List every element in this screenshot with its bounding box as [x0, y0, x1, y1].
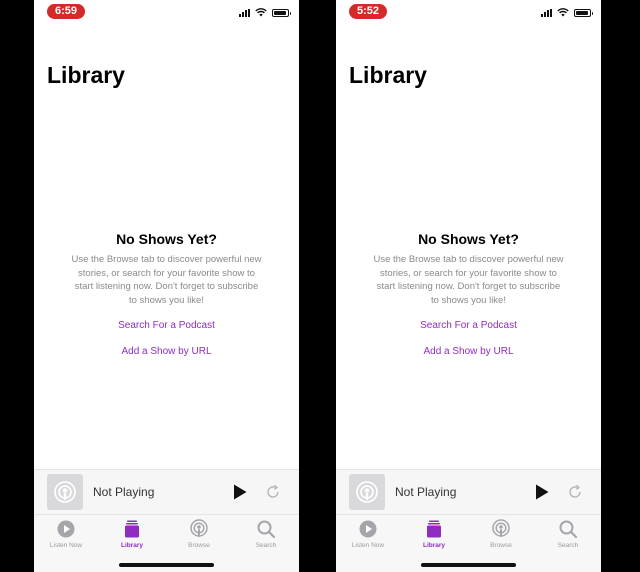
empty-state-line: to shows you like!	[129, 294, 204, 306]
empty-state: No Shows Yet? Use the Browse tab to disc…	[336, 231, 601, 307]
battery-icon	[574, 8, 593, 17]
empty-state-title: No Shows Yet?	[418, 231, 519, 247]
podcast-icon	[190, 519, 208, 537]
status-icons	[239, 8, 291, 17]
tab-label: Listen Now	[351, 542, 385, 549]
library-icon	[125, 520, 139, 538]
cellular-signal-icon	[239, 8, 250, 17]
tab-label: Search	[255, 542, 277, 549]
wifi-icon	[557, 8, 569, 17]
empty-state-line: to shows you like!	[431, 294, 506, 306]
play-icon[interactable]	[535, 484, 549, 500]
home-indicator[interactable]	[421, 563, 516, 567]
status-time: 6:59	[47, 4, 86, 19]
empty-state-line: stories, or search for your favorite sho…	[78, 267, 255, 279]
add-show-by-url-link[interactable]: Add a Show by URL	[336, 346, 601, 357]
now-playing-label: Not Playing	[395, 485, 457, 499]
empty-state-line: stories, or search for your favorite sho…	[380, 267, 557, 279]
now-playing-artwork	[47, 474, 83, 510]
empty-state-title: No Shows Yet?	[116, 231, 217, 247]
empty-state-message: Use the Browse tab to discover powerful …	[60, 253, 274, 307]
phone-screen-left: 6:59 Library No Shows Yet? Use the Brows…	[34, 0, 299, 572]
search-icon	[257, 520, 276, 539]
home-indicator[interactable]	[119, 563, 214, 567]
empty-state-line: start listening now. Don't forget to sub…	[376, 281, 561, 292]
tab-label: Browse	[188, 542, 210, 549]
tab-search[interactable]: Search	[236, 519, 296, 549]
wifi-icon	[255, 8, 267, 17]
empty-state-line: Use the Browse tab to discover powerful …	[373, 254, 564, 265]
podcast-icon	[356, 481, 378, 503]
play-icon[interactable]	[233, 484, 247, 500]
tab-label: Browse	[490, 542, 512, 549]
tab-label: Search	[557, 542, 579, 549]
search-for-podcast-link[interactable]: Search For a Podcast	[336, 320, 601, 331]
tab-label: Listen Now	[49, 542, 83, 549]
tab-label: Library	[422, 542, 446, 549]
add-show-by-url-link[interactable]: Add a Show by URL	[34, 346, 299, 357]
search-for-podcast-link[interactable]: Search For a Podcast	[34, 320, 299, 331]
skip-forward-icon[interactable]	[567, 484, 583, 500]
status-icons	[541, 8, 593, 17]
battery-icon	[272, 8, 291, 17]
empty-state: No Shows Yet? Use the Browse tab to disc…	[34, 231, 299, 307]
tab-listen-now[interactable]: Listen Now	[338, 519, 398, 549]
mini-player[interactable]: Not Playing	[336, 469, 601, 515]
tab-library[interactable]: Library	[404, 519, 464, 549]
tab-browse[interactable]: Browse	[169, 519, 229, 549]
page-title: Library	[47, 62, 125, 88]
tab-search[interactable]: Search	[538, 519, 598, 549]
empty-state-line: start listening now. Don't forget to sub…	[74, 281, 259, 292]
now-playing-artwork	[349, 474, 385, 510]
tab-browse[interactable]: Browse	[471, 519, 531, 549]
mini-player[interactable]: Not Playing	[34, 469, 299, 515]
podcast-icon	[492, 519, 510, 537]
play-circle-icon	[57, 520, 75, 538]
skip-forward-icon[interactable]	[265, 484, 281, 500]
tab-label: Library	[120, 542, 144, 549]
search-icon	[559, 520, 578, 539]
tab-listen-now[interactable]: Listen Now	[36, 519, 96, 549]
tab-library[interactable]: Library	[102, 519, 162, 549]
status-time: 5:52	[349, 4, 388, 19]
library-icon	[427, 520, 441, 538]
page-title: Library	[349, 62, 427, 88]
cellular-signal-icon	[541, 8, 552, 17]
play-circle-icon	[359, 520, 377, 538]
empty-state-message: Use the Browse tab to discover powerful …	[362, 253, 576, 307]
phone-screen-right: 5:52 Library No Shows Yet? Use the Brows…	[336, 0, 601, 572]
empty-state-line: Use the Browse tab to discover powerful …	[71, 254, 262, 265]
podcast-icon	[54, 481, 76, 503]
now-playing-label: Not Playing	[93, 485, 155, 499]
